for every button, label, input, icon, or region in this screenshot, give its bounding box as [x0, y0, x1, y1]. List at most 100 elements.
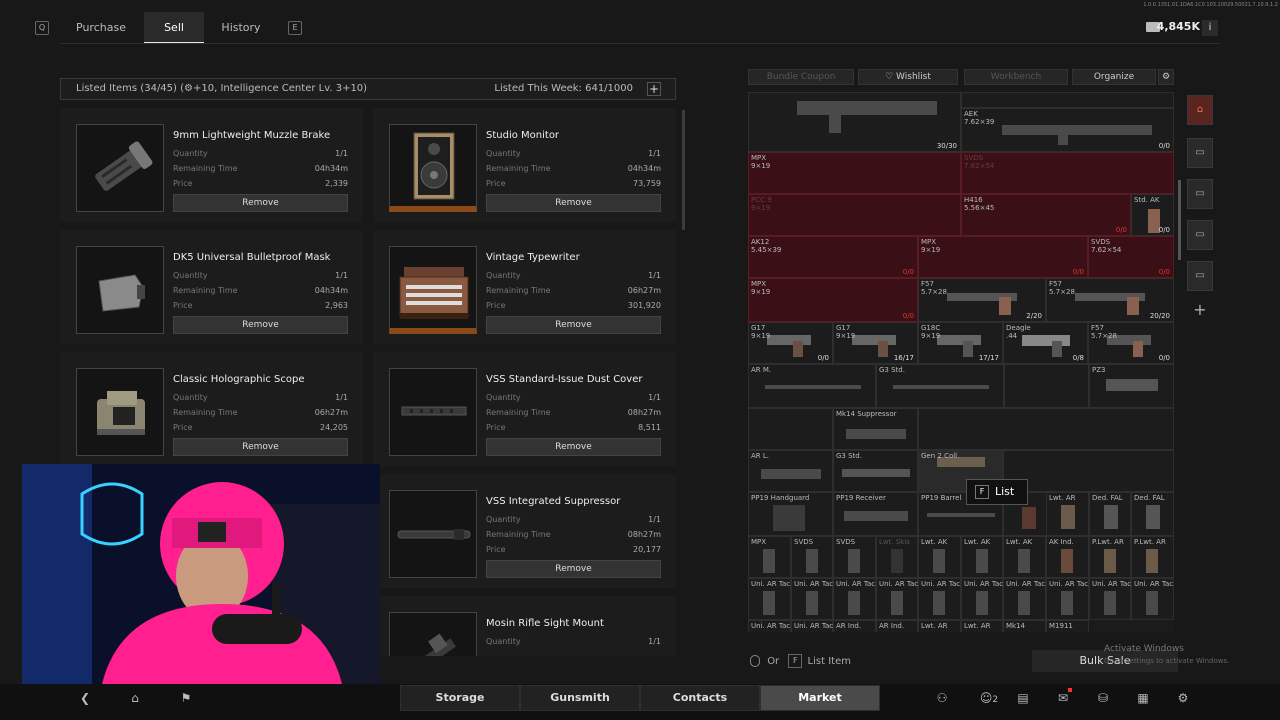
flag-icon[interactable]: ⚑	[176, 688, 196, 708]
stash-item[interactable]: F57 5.7×28 20/20	[1046, 278, 1174, 322]
stash-item[interactable]: AR L.	[748, 450, 833, 492]
stash-item[interactable]: Uni. AR Tac.	[961, 578, 1005, 620]
stash-item[interactable]: Lwt. AR	[961, 620, 1003, 632]
stash-item[interactable]: Std. AK 0/0	[1131, 194, 1174, 236]
add-listing-button[interactable]: +	[647, 82, 661, 96]
stash-item[interactable]: Uni. AR Tac.	[791, 620, 835, 632]
friends-icon[interactable]: ☺2	[976, 688, 1002, 708]
tab-purchase[interactable]: Purchase	[62, 12, 140, 44]
stash-item[interactable]: Uni. AR Tac.	[748, 578, 792, 620]
remove-button[interactable]: Remove	[486, 560, 661, 578]
stash-item[interactable]: H416 5.56×45 0/0	[961, 194, 1131, 236]
stash-item[interactable]: M1911	[1046, 620, 1089, 632]
stash-item[interactable]: MPX	[748, 536, 791, 578]
stash-item[interactable]: G17 9×19 16/17	[833, 322, 918, 364]
stash-item[interactable]: Lwt. AK	[918, 536, 961, 578]
tab-sell[interactable]: Sell	[144, 12, 204, 44]
stash-item[interactable]: MPX 9×19	[748, 152, 961, 194]
stash-item[interactable]: Lwt. AK	[961, 536, 1003, 578]
nav-contacts[interactable]: Contacts	[640, 685, 760, 711]
stash-item[interactable]: Uni. AR Tac.	[1131, 578, 1174, 620]
stash-scrollbar[interactable]	[1178, 180, 1181, 260]
stash-item[interactable]: 30/30	[748, 92, 961, 152]
stash-item[interactable]: G17 9×19 0/0	[748, 322, 833, 364]
stash-item[interactable]: AK12 5.45×39 0/0	[748, 236, 918, 278]
stash-item[interactable]: P.Lwt. AR	[1131, 536, 1174, 578]
stash-item[interactable]: MPX 9×19 0/0	[748, 278, 918, 322]
shop-bag-icon[interactable]: ⛁	[1093, 688, 1113, 708]
chat-icon[interactable]: ▤	[1013, 688, 1033, 708]
back-arrow-icon[interactable]: ❮	[75, 688, 95, 708]
remove-button[interactable]: Remove	[486, 438, 661, 456]
stash-home-tab[interactable]: ⌂	[1187, 95, 1213, 125]
container-tab-icon[interactable]: ▭	[1187, 138, 1213, 168]
stash-item[interactable]: MPX 9×19 0/0	[918, 236, 1088, 278]
stash-item[interactable]: PZ3	[1089, 364, 1174, 408]
stash-item[interactable]: Uni. AR Tac.	[1046, 578, 1090, 620]
stash-item[interactable]: G3 Std.	[833, 450, 918, 492]
stash-item[interactable]: Uni. AR Tac.	[748, 620, 792, 632]
nav-storage[interactable]: Storage	[400, 685, 520, 711]
stash-item[interactable]: Uni. AR Tac.	[876, 578, 920, 620]
stash-item[interactable]: SVDS	[833, 536, 876, 578]
info-button[interactable]: i	[1202, 20, 1218, 36]
container-tab-icon[interactable]: ▭	[1187, 179, 1213, 209]
stash-item[interactable]: PP19 Receiver	[833, 492, 918, 536]
bundle-coupon-button[interactable]: Bundle Coupon	[748, 69, 854, 85]
stash-item[interactable]: AR M.	[748, 364, 876, 408]
stash-item[interactable]: Mk14	[1003, 620, 1046, 632]
stash-item[interactable]: G18C 9×19 17/17	[918, 322, 1003, 364]
stash-item[interactable]: F57 5.7×28 2/20	[918, 278, 1046, 322]
stash-item[interactable]: AK Ind.	[1046, 536, 1089, 578]
add-container-button[interactable]: +	[1187, 296, 1213, 326]
list-tooltip[interactable]: F List	[966, 479, 1028, 505]
wishlist-button[interactable]: ♡ Wishlist	[858, 69, 958, 85]
stash-slot[interactable]	[1004, 364, 1089, 408]
stash-item[interactable]: SVDS 7.62×54 0/0	[1088, 236, 1174, 278]
settings-gear-icon[interactable]: ⚙	[1158, 69, 1174, 85]
stash-item[interactable]: AR Ind.	[876, 620, 918, 632]
stash-slot[interactable]	[918, 408, 1174, 450]
remove-button[interactable]: Remove	[486, 316, 661, 334]
remove-button[interactable]: Remove	[173, 438, 348, 456]
stash-item[interactable]: Lwt. Skis	[876, 536, 918, 578]
stash-item[interactable]: Uni. AR Tac.	[833, 578, 877, 620]
stash-item[interactable]: Ded. FAL	[1131, 492, 1174, 536]
tab-history[interactable]: History	[210, 12, 272, 44]
organize-button[interactable]: Organize	[1072, 69, 1156, 85]
settings-icon[interactable]: ⚙	[1173, 688, 1193, 708]
stash-item[interactable]: Lwt. AR	[1046, 492, 1089, 536]
stash-slot[interactable]	[1003, 450, 1174, 492]
stash-item[interactable]: Lwt. AR	[918, 620, 961, 632]
stash-item[interactable]: PCC 9 9×19	[748, 194, 961, 236]
stash-item[interactable]: PP19 Handguard	[748, 492, 833, 536]
stash-item[interactable]: Ded. FAL	[1089, 492, 1131, 536]
mail-icon[interactable]: ✉	[1053, 688, 1073, 708]
listing-scrollbar[interactable]	[682, 110, 685, 230]
stash-item[interactable]: Uni. AR Tac.	[918, 578, 962, 620]
stash-slot[interactable]	[961, 92, 1174, 108]
container-tab-icon[interactable]: ▭	[1187, 220, 1213, 250]
container-tab-icon[interactable]: ▭	[1187, 261, 1213, 291]
remove-button[interactable]: Remove	[173, 316, 348, 334]
document-icon[interactable]: ▦	[1133, 688, 1153, 708]
stash-item[interactable]: Deagle .44 0/8	[1003, 322, 1088, 364]
stash-item[interactable]: F57 5.7×28 0/0	[1088, 322, 1174, 364]
nav-market[interactable]: Market	[760, 685, 880, 711]
remove-button[interactable]: Remove	[173, 194, 348, 212]
stash-item[interactable]: SVDS	[791, 536, 833, 578]
stash-item[interactable]: G3 Std.	[876, 364, 1004, 408]
stash-item[interactable]: Lwt. AK	[1003, 536, 1046, 578]
stash-slot[interactable]	[748, 408, 833, 450]
home-icon[interactable]: ⌂	[125, 688, 145, 708]
stash-item[interactable]: SVDS 7.62×54	[961, 152, 1174, 194]
stash-item[interactable]: P.Lwt. AR	[1089, 536, 1131, 578]
stash-item[interactable]: Mk14 Suppressor	[833, 408, 918, 450]
nav-gunsmith[interactable]: Gunsmith	[520, 685, 640, 711]
stash-item[interactable]: Uni. AR Tac.	[791, 578, 835, 620]
workbench-button[interactable]: Workbench	[964, 69, 1068, 85]
stash-item[interactable]: AEK 7.62×39 0/0	[961, 108, 1174, 152]
stash-item[interactable]: Uni. AR Tac.	[1003, 578, 1047, 620]
remove-button[interactable]: Remove	[486, 194, 661, 212]
stash-item[interactable]: AR Ind.	[833, 620, 876, 632]
